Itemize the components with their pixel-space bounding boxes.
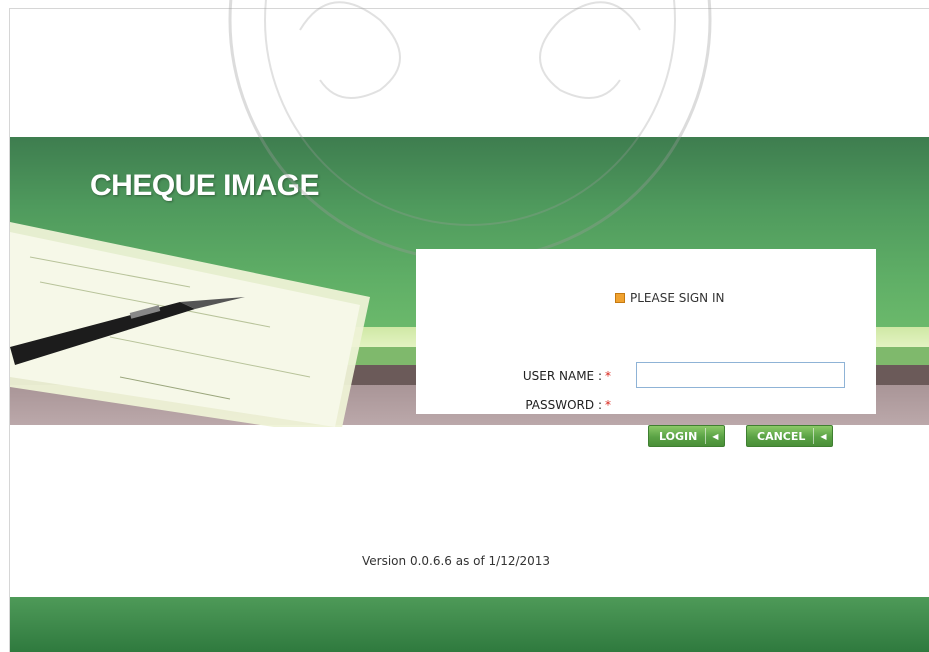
login-button[interactable]: LOGIN ◀ bbox=[648, 425, 726, 447]
app-title: CHEQUE IMAGE bbox=[90, 169, 320, 202]
login-panel bbox=[416, 249, 876, 414]
cancel-button[interactable]: CANCEL ◀ bbox=[746, 425, 834, 447]
password-label: PASSWORD : * bbox=[491, 398, 611, 412]
username-label: USER NAME : * bbox=[491, 369, 611, 383]
square-bullet-icon bbox=[615, 293, 625, 303]
username-input[interactable] bbox=[636, 362, 845, 388]
password-label-text: PASSWORD : bbox=[525, 398, 602, 412]
login-button-label: LOGIN bbox=[659, 429, 698, 443]
required-marker: * bbox=[605, 369, 611, 383]
dropdown-arrow-icon: ◀ bbox=[712, 431, 719, 441]
version-text: Version 0.0.6.6 as of 1/12/2013 bbox=[362, 554, 551, 568]
sign-in-heading-text: PLEASE SIGN IN bbox=[630, 291, 725, 305]
dropdown-arrow-icon: ◀ bbox=[820, 431, 827, 441]
required-marker: * bbox=[605, 398, 611, 412]
cancel-button-label: CANCEL bbox=[757, 429, 806, 443]
footer-bar bbox=[10, 597, 929, 652]
sign-in-heading: PLEASE SIGN IN bbox=[615, 291, 725, 305]
username-label-text: USER NAME : bbox=[522, 369, 602, 383]
